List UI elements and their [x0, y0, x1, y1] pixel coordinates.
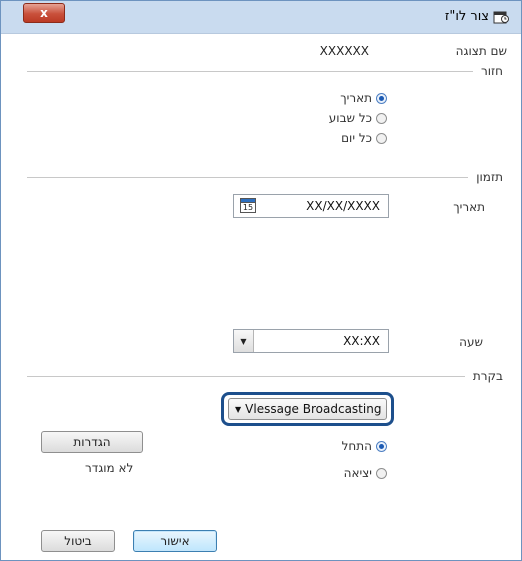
- close-button[interactable]: x: [23, 3, 65, 23]
- settings-button[interactable]: הגדרות: [41, 431, 143, 453]
- calendar-icon[interactable]: 15: [240, 198, 256, 213]
- repeat-option-date[interactable]: תאריך: [340, 91, 387, 105]
- date-label: תאריך: [453, 200, 485, 214]
- repeat-option-label: כל שבוע: [328, 111, 372, 125]
- time-field[interactable]: ▼ XX:XX: [233, 329, 389, 353]
- timing-section-header: תזמון: [27, 170, 503, 184]
- control-section-divider: [27, 375, 465, 377]
- control-option-label: התחל: [341, 439, 372, 453]
- cancel-button[interactable]: ביטול: [41, 530, 115, 552]
- dialog-body: שם תצוגה XXXXXX חזור תאריך כל שבוע כל יו…: [1, 34, 521, 560]
- repeat-option-label: כל יום: [341, 131, 372, 145]
- chevron-down-icon: ▼: [235, 404, 242, 414]
- radio-unselected-icon: [376, 467, 387, 479]
- control-action-value: Vlessage Broadcasting: [245, 402, 382, 416]
- repeat-option-weekly[interactable]: כל שבוע: [329, 111, 387, 125]
- timing-section-label: תזמון: [476, 170, 503, 184]
- repeat-section-divider: [27, 70, 473, 72]
- repeat-option-label: תאריך: [340, 91, 372, 105]
- display-name-value: XXXXXX: [319, 44, 369, 58]
- title-bar: צור לו"ז x: [1, 1, 521, 34]
- chevron-down-icon[interactable]: ▼: [234, 330, 254, 352]
- not-set-text: לא מוגדר: [85, 461, 134, 475]
- radio-unselected-icon: [376, 132, 387, 144]
- date-value: XX/XX/XXXX: [306, 199, 380, 213]
- repeat-section-label: חזור: [480, 64, 503, 78]
- date-field[interactable]: 15 XX/XX/XXXX: [233, 194, 389, 218]
- control-section-header: בקרת: [27, 369, 503, 383]
- schedule-app-icon: [493, 10, 509, 24]
- radio-unselected-icon: [376, 112, 387, 124]
- time-label: שעה: [459, 335, 483, 349]
- radio-selected-icon: [376, 92, 387, 104]
- time-value: XX:XX: [343, 334, 380, 348]
- repeat-option-daily[interactable]: כל יום: [341, 131, 387, 145]
- title-wrap: צור לו"ז: [445, 9, 509, 24]
- display-name-label: שם תצוגה: [455, 44, 507, 58]
- control-action-dropdown[interactable]: ▼ Vlessage Broadcasting: [228, 398, 387, 420]
- control-option-start[interactable]: התחל: [342, 439, 387, 453]
- radio-selected-icon: [376, 440, 387, 452]
- control-section-label: בקרת: [472, 369, 503, 383]
- dialog-window: צור לו"ז x שם תצוגה XXXXXX חזור תאריך כל…: [0, 0, 522, 561]
- close-icon: x: [40, 6, 48, 20]
- ok-button[interactable]: אישור: [133, 530, 217, 552]
- control-option-exit[interactable]: יציאה: [344, 466, 387, 480]
- repeat-section-header: חזור: [27, 64, 503, 78]
- control-option-label: יציאה: [343, 466, 372, 480]
- window-title: צור לו"ז: [444, 9, 489, 24]
- timing-section-divider: [27, 176, 469, 178]
